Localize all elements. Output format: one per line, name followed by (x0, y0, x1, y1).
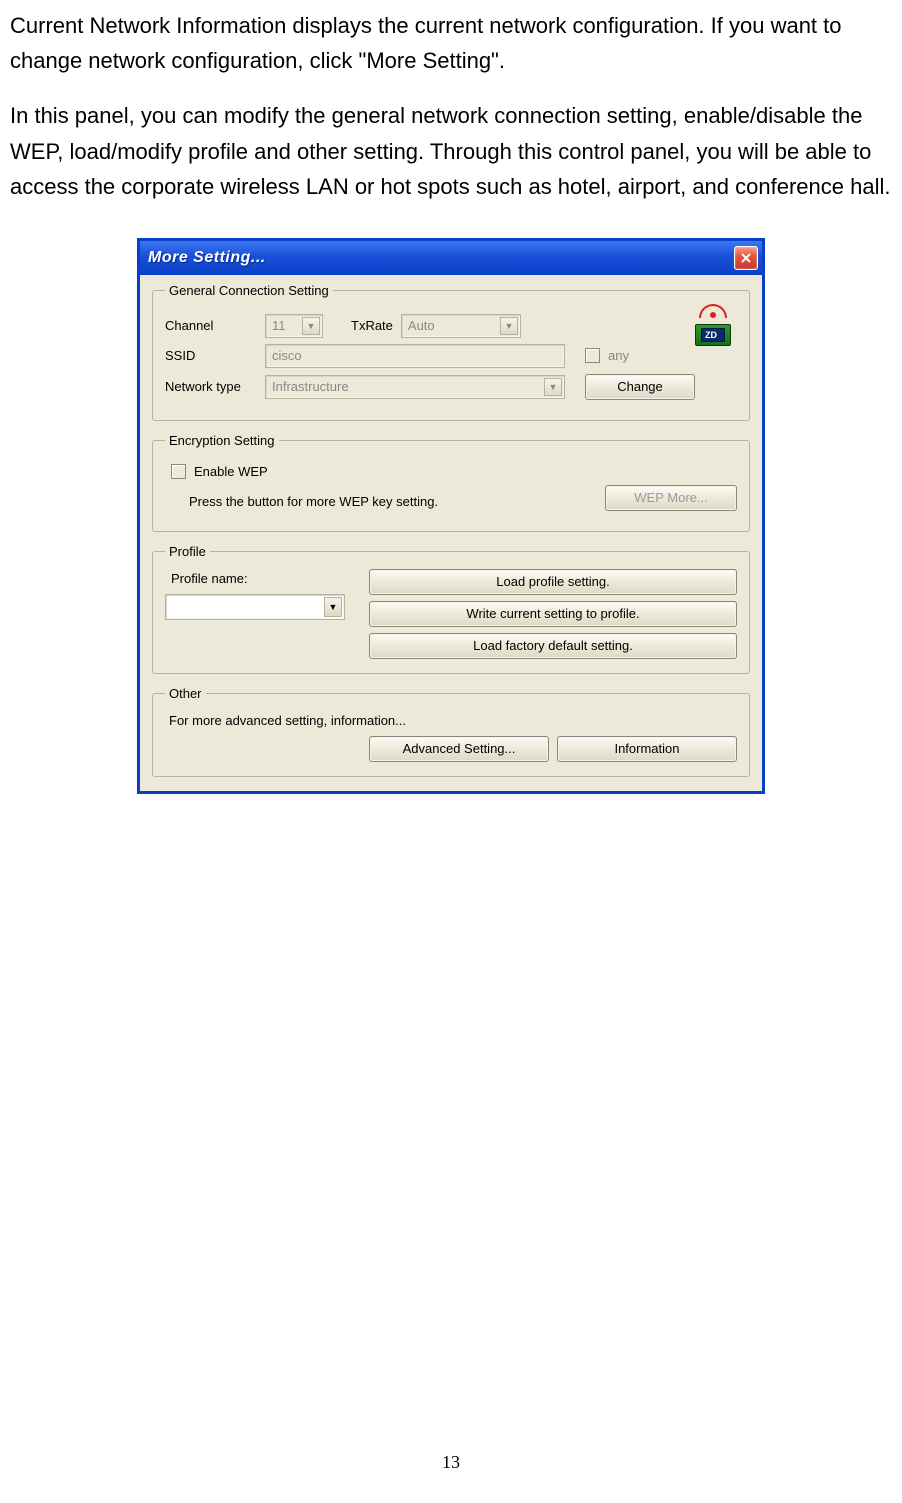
dialog-body: General Connection Setting ZD Channel 11… (140, 275, 762, 791)
profile-name-label: Profile name: (171, 571, 355, 586)
change-button[interactable]: Change (585, 374, 695, 400)
wep-more-button[interactable]: WEP More... (605, 485, 737, 511)
txrate-label: TxRate (351, 318, 393, 333)
wep-hint: Press the button for more WEP key settin… (189, 494, 438, 509)
wireless-device-icon: ZD (691, 306, 735, 346)
enable-wep-label: Enable WEP (194, 464, 268, 479)
ssid-input[interactable]: cisco (265, 344, 565, 368)
other-group: Other For more advanced setting, informa… (152, 686, 750, 777)
chevron-down-icon: ▼ (544, 378, 562, 396)
paragraph-2: In this panel, you can modify the genera… (10, 98, 892, 204)
chevron-down-icon: ▼ (324, 597, 342, 617)
factory-default-button[interactable]: Load factory default setting. (369, 633, 737, 659)
other-hint: For more advanced setting, information..… (169, 713, 737, 728)
profile-legend: Profile (165, 544, 210, 559)
more-setting-dialog: More Setting... General Connection Setti… (137, 238, 765, 794)
network-type-label: Network type (165, 379, 265, 394)
load-profile-button[interactable]: Load profile setting. (369, 569, 737, 595)
screenshot-dialog-wrap: More Setting... General Connection Setti… (137, 238, 765, 794)
advanced-setting-button[interactable]: Advanced Setting... (369, 736, 549, 762)
any-checkbox-group[interactable]: any (585, 348, 629, 363)
general-legend: General Connection Setting (165, 283, 333, 298)
page-number: 13 (0, 1452, 902, 1473)
close-icon[interactable] (734, 246, 758, 270)
any-label: any (608, 348, 629, 363)
document-body: Current Network Information displays the… (0, 0, 902, 204)
chevron-down-icon: ▼ (302, 317, 320, 335)
network-type-select[interactable]: Infrastructure ▼ (265, 375, 565, 399)
txrate-select[interactable]: Auto ▼ (401, 314, 521, 338)
window-title: More Setting... (148, 249, 734, 267)
encryption-group: Encryption Setting Enable WEP Press the … (152, 433, 750, 532)
channel-select[interactable]: 11 ▼ (265, 314, 323, 338)
ssid-label: SSID (165, 348, 265, 363)
paragraph-1: Current Network Information displays the… (10, 8, 892, 78)
information-button[interactable]: Information (557, 736, 737, 762)
encryption-legend: Encryption Setting (165, 433, 279, 448)
channel-label: Channel (165, 318, 265, 333)
any-checkbox[interactable] (585, 348, 600, 363)
other-legend: Other (165, 686, 206, 701)
chevron-down-icon: ▼ (500, 317, 518, 335)
write-profile-button[interactable]: Write current setting to profile. (369, 601, 737, 627)
titlebar[interactable]: More Setting... (140, 241, 762, 275)
enable-wep-checkbox[interactable] (171, 464, 186, 479)
profile-name-select[interactable]: ▼ (165, 594, 345, 620)
profile-group: Profile Profile name: ▼ Load profile set… (152, 544, 750, 674)
general-connection-group: General Connection Setting ZD Channel 11… (152, 283, 750, 421)
